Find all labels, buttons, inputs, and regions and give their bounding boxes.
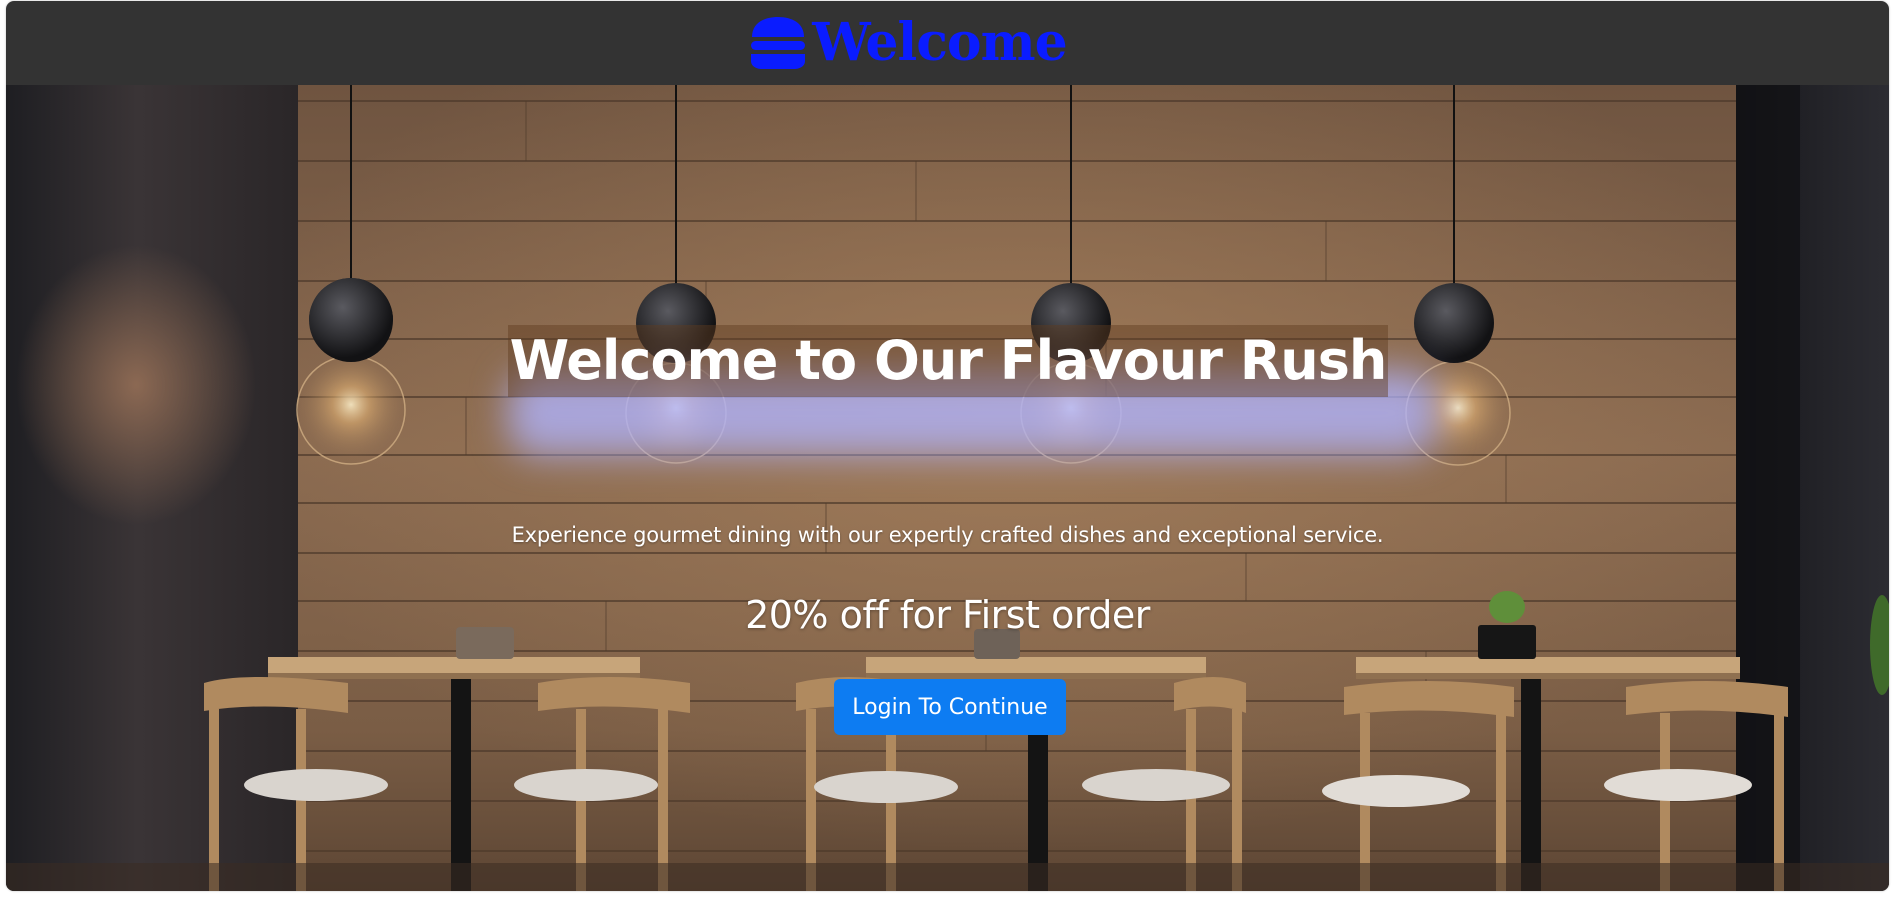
hero-title: Welcome to Our Flavour Rush xyxy=(509,329,1388,392)
offer-text: 20% off for First order xyxy=(745,593,1150,637)
navbar: Welcome xyxy=(6,1,1889,85)
page-frame: Welcome Welcome to Our Flavour Rush Expe… xyxy=(6,1,1889,891)
brand[interactable]: Welcome xyxy=(748,12,1068,73)
burger-icon xyxy=(751,17,806,69)
hero-content: Welcome to Our Flavour Rush Experience g… xyxy=(6,85,1889,891)
hero-subtitle: Experience gourmet dining with our exper… xyxy=(511,523,1384,547)
hero-title-wrap: Welcome to Our Flavour Rush xyxy=(508,325,1438,455)
login-button[interactable]: Login To Continue xyxy=(834,679,1066,735)
brand-title: Welcome xyxy=(812,12,1067,73)
hero-section: Welcome to Our Flavour Rush Experience g… xyxy=(6,85,1889,891)
